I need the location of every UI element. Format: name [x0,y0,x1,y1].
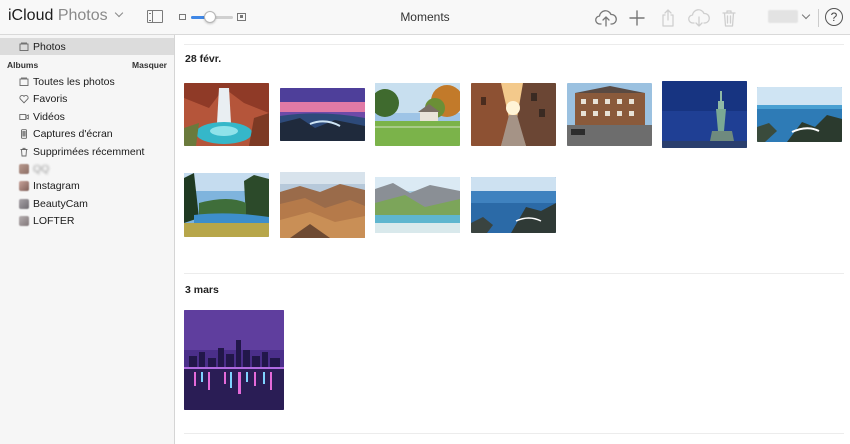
sidebar-item-videos[interactable]: Vidéos [0,108,174,125]
sidebar-item-recently-deleted[interactable]: Supprimées récemment [0,143,174,160]
chevron-down-icon [114,8,124,18]
chevron-down-icon[interactable] [801,10,811,20]
album-thumb-icon [19,164,29,175]
screenshot-icon [19,129,29,140]
sidebar-item-label: Photos [33,40,66,53]
moment-date: 3 mars [185,284,219,296]
app-title[interactable]: iCloud Photos [8,7,124,25]
photo-thumbnail[interactable] [280,88,365,141]
photo-thumbnail[interactable] [375,177,460,233]
download-icon [687,6,711,30]
sidebar-item-beautycam[interactable]: BeautyCam [0,195,174,212]
brand-main: iCloud [8,7,54,24]
album-thumb-icon [19,216,29,227]
sidebar-item-lofter[interactable]: LOFTER [0,213,174,230]
sidebar-item-label: BeautyCam [33,197,88,210]
trash-icon [19,147,29,157]
albums-hide-button[interactable]: Masquer [132,60,167,70]
sidebar-item-qq[interactable]: QQ [0,160,174,177]
heart-icon [19,94,29,104]
trash-icon [717,6,741,30]
upload-icon[interactable] [594,6,618,30]
zoom-in-icon[interactable] [237,13,246,21]
zoom-slider[interactable] [191,11,233,23]
photo-thumbnail[interactable] [471,83,556,146]
sidebar-item-label: LOFTER [33,215,75,228]
album-thumb-icon [19,181,29,192]
moments-view: 28 févr. 3 mars [176,35,850,444]
toolbar: iCloud Photos Moments ? [0,0,850,35]
photo-thumbnail[interactable] [184,173,269,237]
share-icon [656,6,680,30]
brand-sub: Photos [57,7,108,24]
sidebar-item-label: Toutes les photos [33,76,115,89]
album-thumb-icon [19,198,29,209]
moment-date: 28 févr. [185,53,222,65]
section-divider [184,273,844,274]
sidebar-item-instagram[interactable]: Instagram [0,178,174,195]
sidebar-item-label: Vidéos [33,110,65,123]
zoom-slider-thumb[interactable] [203,11,216,23]
photo-thumbnail[interactable] [184,310,284,410]
sidebar-item-favorites[interactable]: Favoris [0,91,174,108]
photo-thumbnail[interactable] [184,83,269,146]
photo-thumbnail[interactable] [280,172,365,238]
photos-icon [19,42,29,52]
help-icon[interactable]: ? [825,8,843,26]
photo-thumbnail[interactable] [471,177,556,233]
sidebar-item-label: Instagram [33,180,80,193]
sidebar-item-label: Captures d'écran [33,128,113,141]
photo-thumbnail[interactable] [375,83,460,146]
photo-thumbnail[interactable] [757,87,842,142]
sidebar: Photos Albums Masquer Toutes les photos … [0,35,175,444]
add-icon[interactable] [625,6,649,30]
sidebar-item-label: Supprimées récemment [33,145,145,158]
albums-header: Albums Masquer [0,56,174,73]
sidebar-toggle-icon[interactable] [147,10,163,23]
sidebar-item-label: QQ [33,163,50,176]
toolbar-divider [818,9,819,27]
albums-title: Albums [7,59,39,70]
sidebar-item-photos[interactable]: Photos [0,38,174,56]
zoom-out-icon[interactable] [179,14,186,20]
all-photos-icon [19,77,29,87]
section-divider [184,433,844,434]
account-name[interactable] [768,10,798,23]
view-title: Moments [400,10,450,24]
section-divider [184,44,844,45]
photo-thumbnail[interactable] [662,81,747,148]
sidebar-item-label: Favoris [33,93,68,106]
sidebar-item-all-photos[interactable]: Toutes les photos [0,73,174,90]
video-icon [19,112,29,122]
photo-thumbnail[interactable] [567,83,652,146]
sidebar-item-screenshots[interactable]: Captures d'écran [0,126,174,143]
